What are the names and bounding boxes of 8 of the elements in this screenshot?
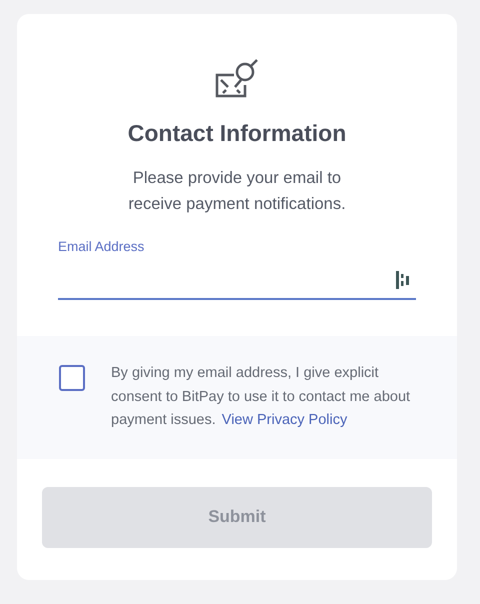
bars-icon <box>396 271 410 289</box>
consent-checkbox[interactable] <box>59 365 85 391</box>
field-label: Email Address <box>58 239 144 254</box>
title: Contact Information <box>128 120 346 147</box>
privacy-policy-link[interactable]: View Privacy Policy <box>222 412 348 428</box>
consent-text: By giving my email address, I give explicit consent to BitPay to use it to contact me about payment issues. View Privacy Policy <box>111 364 412 430</box>
subtitle: Please provide your email to receive payment notifications. <box>127 168 347 215</box>
envelope-search-icon <box>215 58 259 98</box>
